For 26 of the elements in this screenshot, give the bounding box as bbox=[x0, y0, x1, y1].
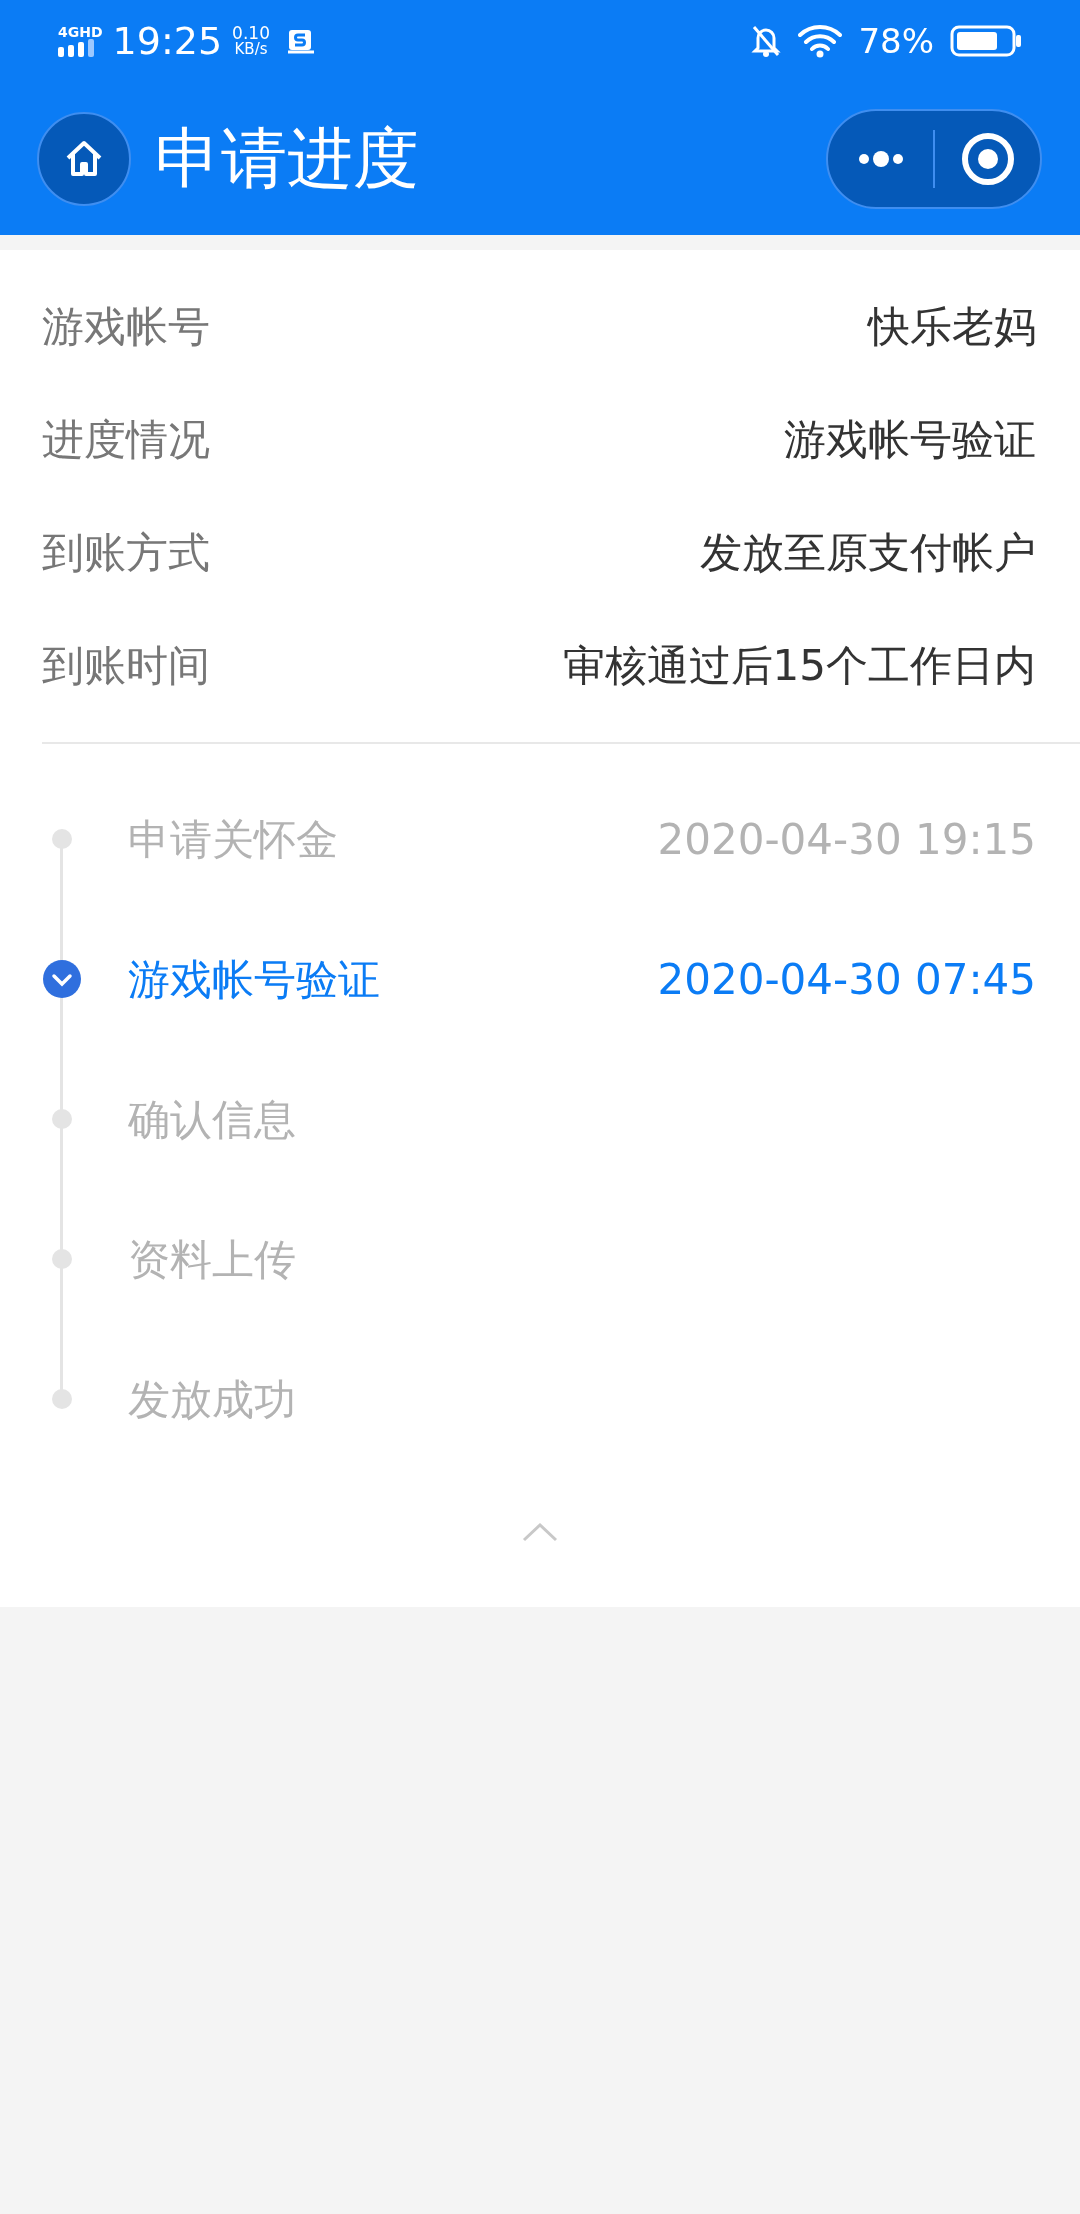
speed-unit: KB/s bbox=[234, 42, 268, 57]
wifi-icon bbox=[798, 24, 843, 58]
network-type: 4GHD bbox=[58, 25, 103, 39]
detail-label: 进度情况 bbox=[42, 414, 210, 466]
page-title: 申请进度 bbox=[155, 125, 419, 192]
step-label: 发放成功 bbox=[128, 1373, 296, 1426]
muted-bell-icon bbox=[750, 24, 783, 58]
battery-icon bbox=[950, 25, 1022, 57]
clock: 19:25 bbox=[112, 22, 223, 60]
step-label: 游戏帐号验证 bbox=[128, 953, 380, 1006]
step-label: 资料上传 bbox=[128, 1233, 296, 1286]
detail-value: 快乐老妈 bbox=[868, 301, 1036, 353]
speed-value: 0.10 bbox=[232, 25, 270, 42]
step-time: 2020-04-30 07:45 bbox=[657, 953, 1036, 1006]
step-label: 申请关怀金 bbox=[128, 813, 338, 866]
detail-label: 游戏帐号 bbox=[42, 301, 210, 353]
detail-value: 游戏帐号验证 bbox=[784, 414, 1036, 466]
detail-label: 到账时间 bbox=[42, 640, 210, 692]
detail-value: 审核通过后15个工作日内 bbox=[562, 640, 1036, 692]
battery-percent: 78% bbox=[858, 24, 934, 58]
target-icon bbox=[959, 130, 1016, 187]
step-label: 确认信息 bbox=[128, 1093, 296, 1146]
step-time: 2020-04-30 19:15 bbox=[657, 813, 1036, 866]
more-icon bbox=[857, 150, 904, 167]
detail-label: 到账方式 bbox=[42, 527, 210, 579]
detail-value: 发放至原支付帐户 bbox=[700, 527, 1036, 579]
